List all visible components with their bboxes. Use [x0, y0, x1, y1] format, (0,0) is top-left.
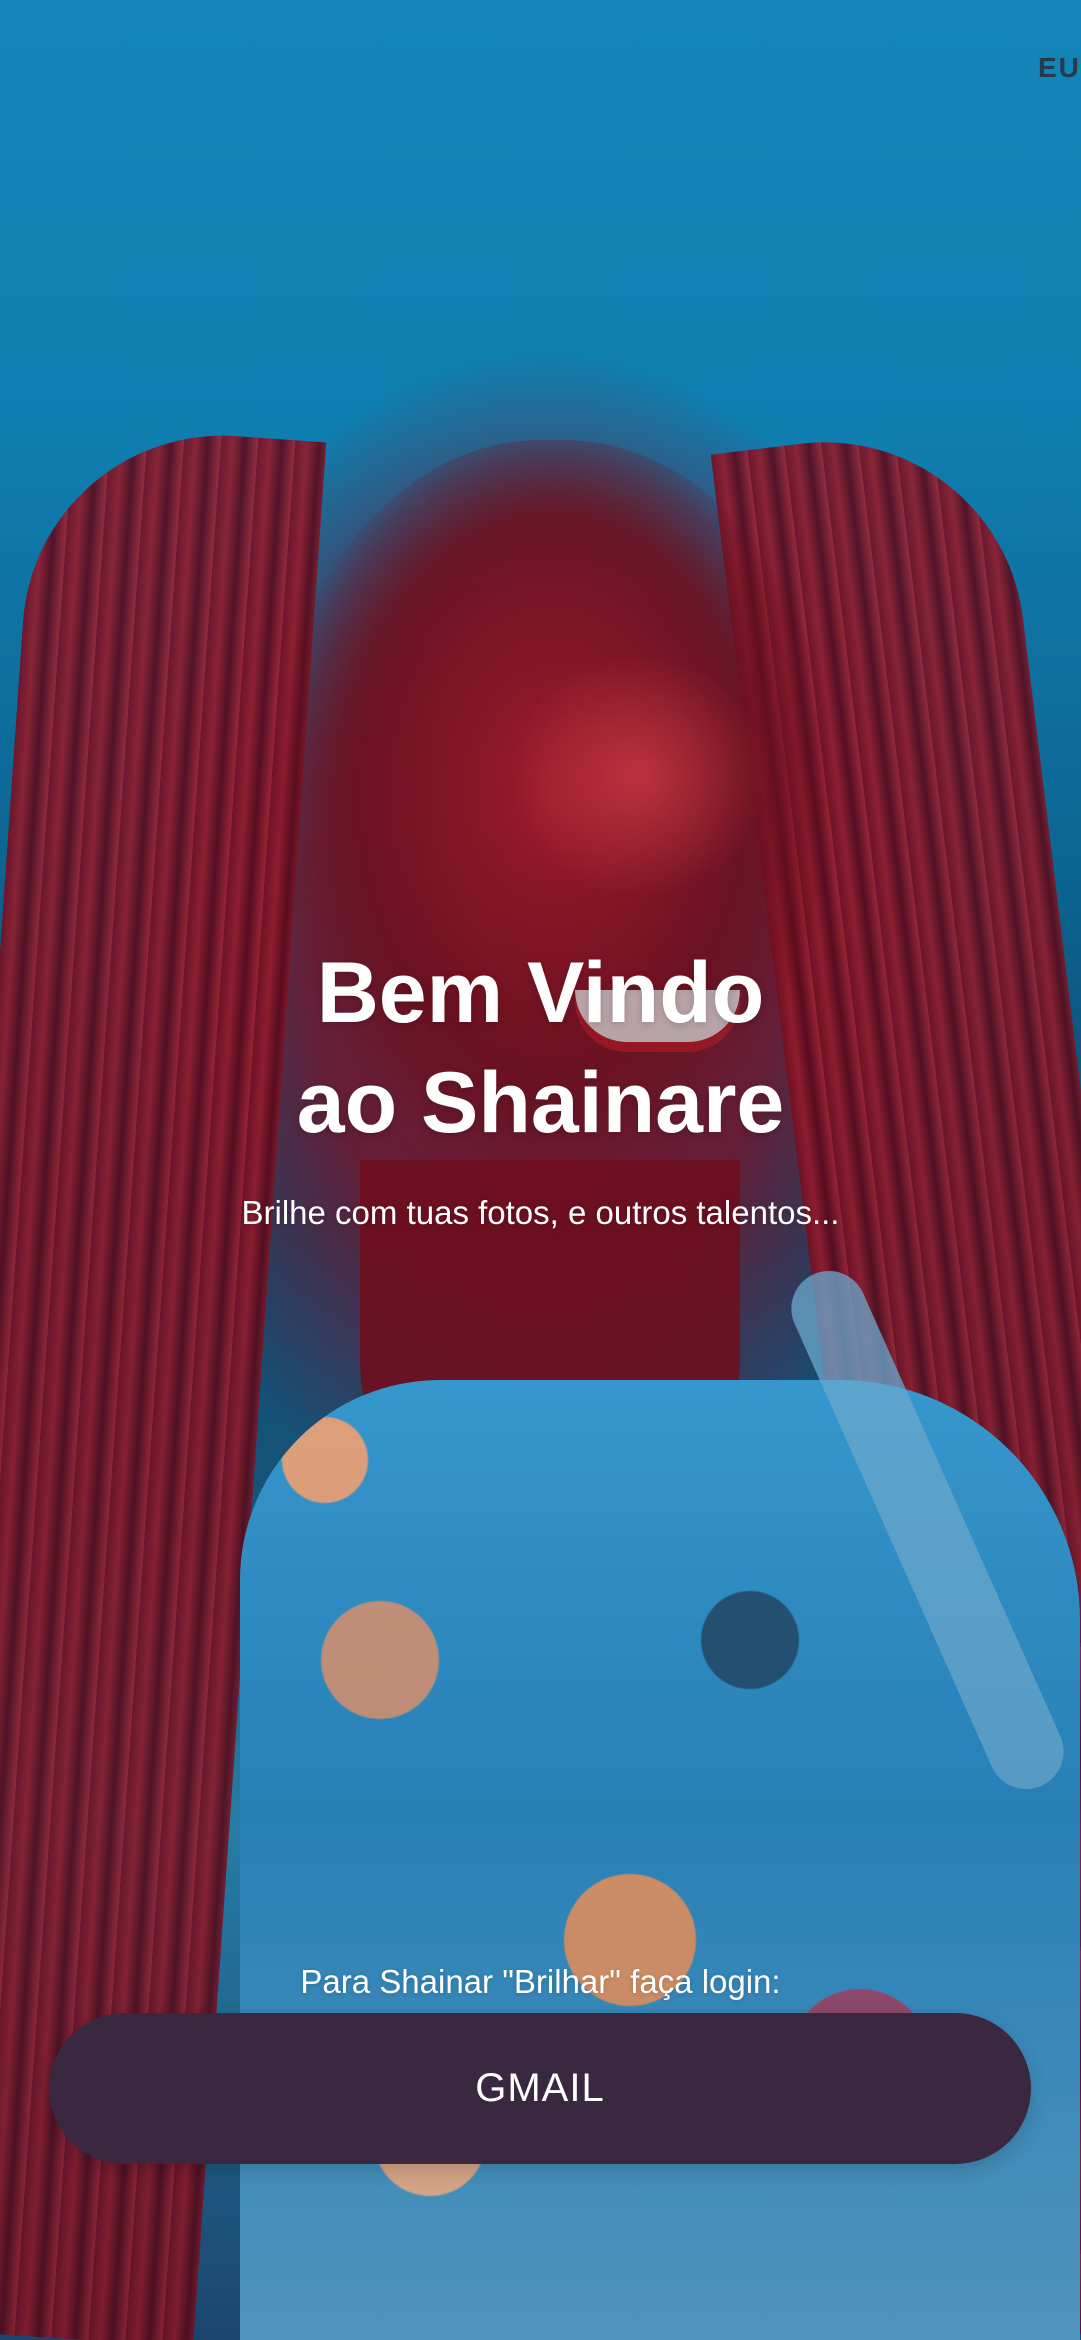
welcome-title-line-2: ao Shainare [296, 1054, 785, 1151]
welcome-subtitle: Brilhe com tuas fotos, e outros talentos… [241, 1194, 840, 1231]
welcome-screen: EU Bem Vindo ao Shainare Brilhe com tuas… [0, 0, 1081, 2340]
login-prompt: Para Shainar "Brilhar" faça login: [300, 1963, 781, 2000]
welcome-content: Bem Vindo ao Shainare Brilhe com tuas fo… [0, 0, 1081, 2340]
gmail-login-button[interactable]: GMAIL [49, 2013, 1031, 2164]
welcome-title-line-1: Bem Vindo [316, 944, 765, 1041]
welcome-title: Bem Vindo ao Shainare [0, 938, 1081, 1158]
